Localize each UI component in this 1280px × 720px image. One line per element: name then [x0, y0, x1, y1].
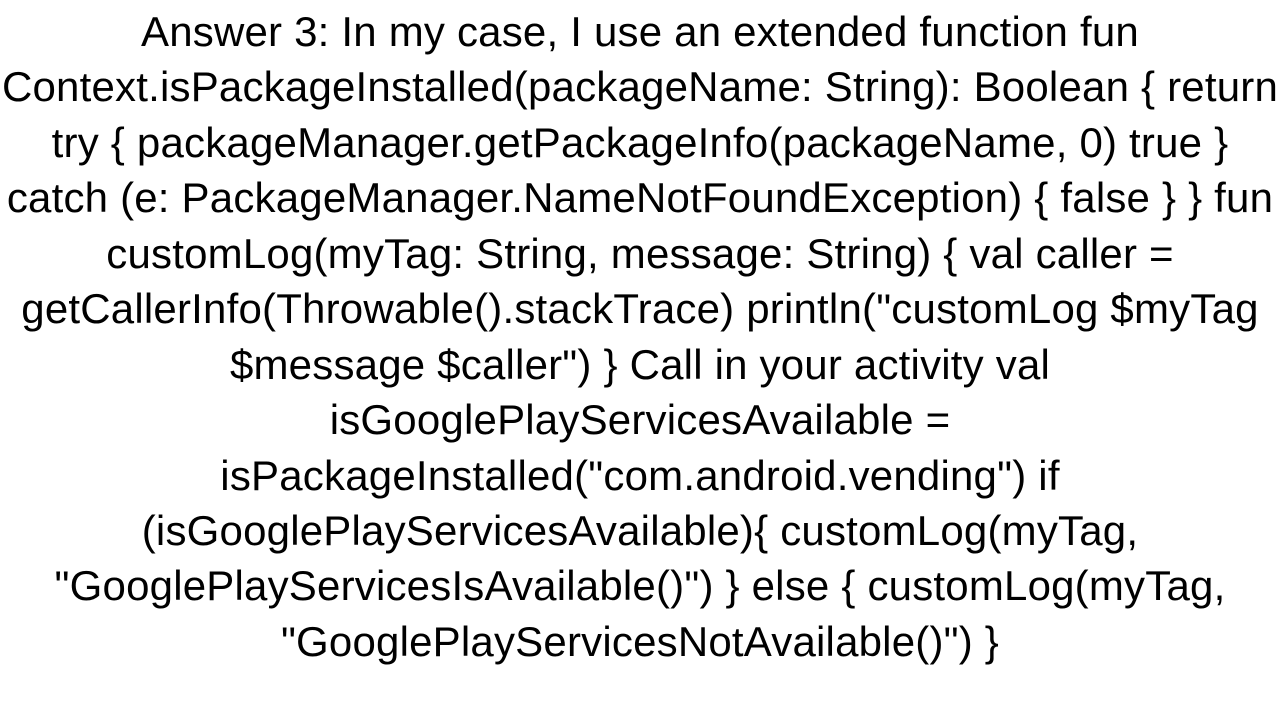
- answer-body-text: Answer 3: In my case, I use an extended …: [2, 8, 1278, 665]
- answer-text-block: Answer 3: In my case, I use an extended …: [0, 0, 1280, 720]
